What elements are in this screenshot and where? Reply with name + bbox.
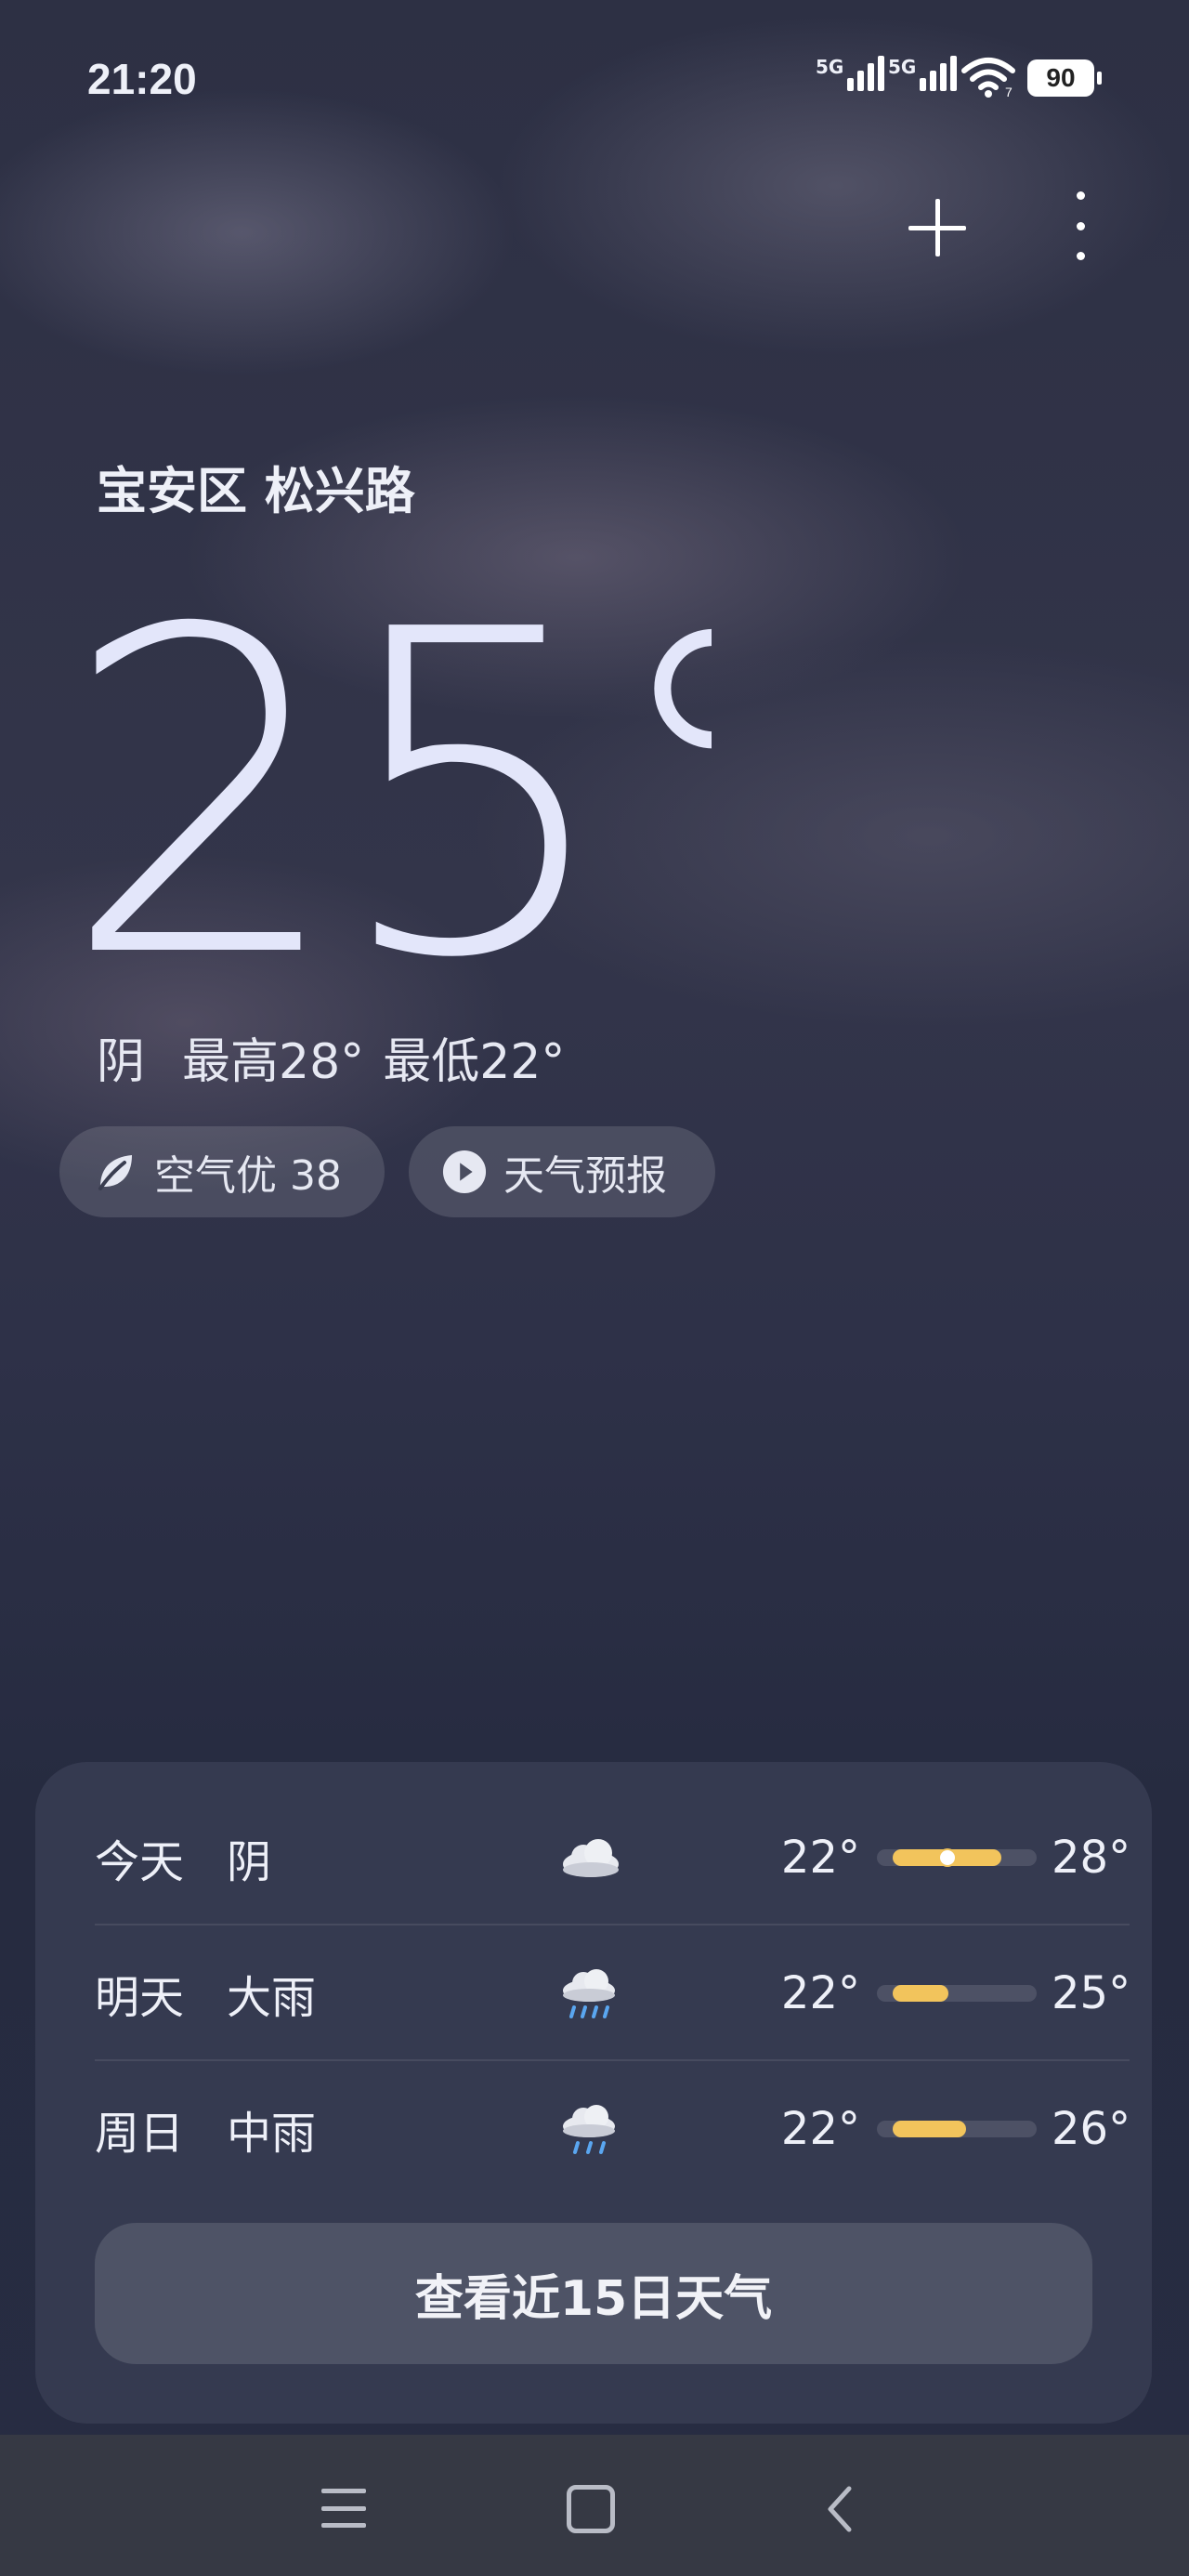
forecast-card: 今天 阴 22° 28° 明天 大雨 22° 25° 周日 中雨 22° 26°… xyxy=(35,1762,1152,2424)
network-type-1: 5G xyxy=(816,56,844,78)
weather-forecast-label: 天气预报 xyxy=(503,1152,667,1200)
location-title: 宝安区 松兴路 xyxy=(97,462,415,520)
system-navigation-bar xyxy=(0,2435,1189,2576)
current-temperature: 25° xyxy=(61,595,712,966)
view-15-day-forecast-button[interactable]: 查看近15日天气 xyxy=(95,2223,1092,2364)
cellular-signal-1: 5G xyxy=(816,56,885,91)
forecast-condition: 阴 xyxy=(227,1836,272,1888)
rain-icon xyxy=(563,2105,615,2154)
cloudy-icon xyxy=(563,1839,619,1877)
wifi-icon: 7 xyxy=(961,58,1015,99)
forecast-low: 22° xyxy=(780,2103,860,2155)
back-icon[interactable] xyxy=(821,2483,858,2535)
more-vertical-icon xyxy=(1076,191,1085,200)
forecast-high: 28° xyxy=(1052,1832,1131,1884)
more-options-button[interactable] xyxy=(1068,191,1092,260)
forecast-condition: 大雨 xyxy=(227,1972,317,2024)
air-quality-label: 空气优 38 xyxy=(154,1152,342,1200)
temperature-range-bar xyxy=(877,1849,1037,1866)
status-time: 21:20 xyxy=(87,55,197,103)
forecast-row-sunday[interactable]: 周日 中雨 22° 26° xyxy=(95,2061,1130,2197)
today-high: 最高28° xyxy=(182,1034,365,1090)
battery-indicator: 90 xyxy=(1027,59,1102,97)
current-condition: 阴 xyxy=(97,1034,146,1090)
signal-bars-icon xyxy=(920,56,958,91)
temperature-range-fill xyxy=(893,2121,967,2137)
forecast-low: 22° xyxy=(780,1967,860,2019)
forecast-high: 25° xyxy=(1052,1967,1131,2019)
cellular-signal-2: 5G xyxy=(888,56,958,91)
forecast-row-tomorrow[interactable]: 明天 大雨 22° 25° xyxy=(95,1925,1130,2061)
home-icon[interactable] xyxy=(567,2485,615,2533)
temperature-range-bar xyxy=(877,1985,1037,2002)
today-summary: 阴最高28° 最低22° xyxy=(97,1022,602,1092)
forecast-condition: 中雨 xyxy=(227,2108,317,2160)
forecast-low: 22° xyxy=(780,1832,860,1884)
status-bar: 21:20 5G 5G 7 90 xyxy=(0,0,1189,149)
signal-bars-icon xyxy=(847,56,885,91)
play-icon xyxy=(442,1150,487,1194)
forecast-high: 26° xyxy=(1052,2103,1131,2155)
air-quality-chip[interactable]: 空气优 38 xyxy=(59,1126,385,1217)
rain-icon xyxy=(563,1969,615,2018)
menu-icon[interactable] xyxy=(321,2489,366,2528)
forecast-day: 明天 xyxy=(95,1972,185,2024)
temperature-range-bar xyxy=(877,2121,1037,2137)
current-temperature-graphic: 25° xyxy=(61,536,826,1056)
network-type-2: 5G xyxy=(888,56,917,78)
add-city-button[interactable] xyxy=(903,193,972,262)
today-low: 最低22° xyxy=(383,1034,566,1090)
temperature-range-fill xyxy=(893,1985,949,2002)
forecast-row-today[interactable]: 今天 阴 22° 28° xyxy=(95,1790,1130,1925)
leaf-icon xyxy=(93,1150,137,1194)
forecast-day: 今天 xyxy=(95,1836,185,1888)
forecast-day: 周日 xyxy=(95,2108,185,2160)
wifi-badge: 7 xyxy=(1005,85,1013,99)
current-temperature-marker xyxy=(939,1850,955,1865)
current-temperature-block: 25° xyxy=(61,536,826,1056)
weather-forecast-video-chip[interactable]: 天气预报 xyxy=(409,1126,715,1217)
